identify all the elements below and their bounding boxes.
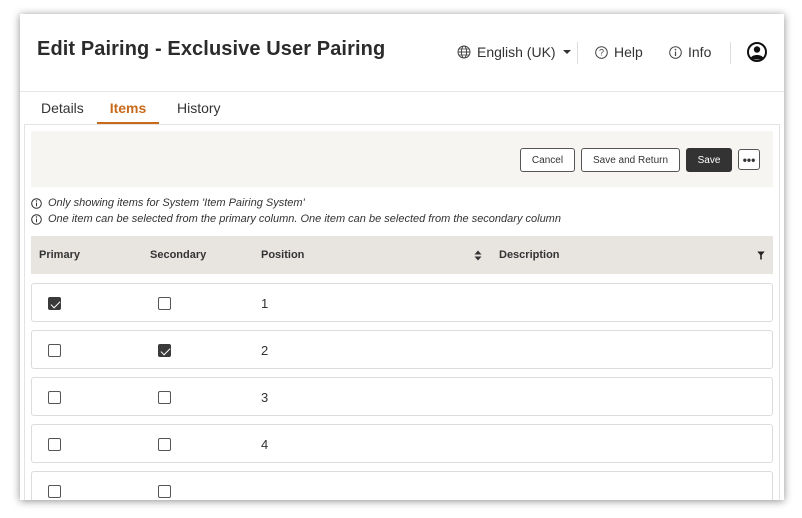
primary-checkbox[interactable] <box>48 438 61 451</box>
svg-text:?: ? <box>599 47 604 57</box>
caret-down-icon <box>562 50 571 54</box>
secondary-checkbox[interactable] <box>158 438 171 451</box>
tab-details[interactable]: Details <box>41 100 84 122</box>
table-row: 2 <box>31 330 773 369</box>
action-toolbar: Cancel Save and Return Save ••• <box>31 131 773 187</box>
tab-items[interactable]: Items <box>97 100 159 125</box>
user-avatar-icon[interactable] <box>747 42 767 62</box>
table-row: 4 <box>31 424 773 463</box>
help-link[interactable]: ? Help <box>595 44 643 60</box>
column-header-secondary: Secondary <box>150 249 207 261</box>
language-selector[interactable]: English (UK) <box>457 44 572 60</box>
table-row <box>31 471 773 500</box>
info-label: Info <box>688 44 712 60</box>
primary-checkbox[interactable] <box>48 344 61 357</box>
primary-checkbox[interactable] <box>48 297 61 310</box>
secondary-checkbox[interactable] <box>158 485 171 498</box>
position-value: 3 <box>261 390 269 405</box>
globe-icon <box>457 45 471 59</box>
sort-icon[interactable] <box>474 250 482 261</box>
save-button[interactable]: Save <box>686 148 732 172</box>
info-notes: Only showing items for System 'Item Pair… <box>31 195 561 227</box>
secondary-checkbox[interactable] <box>158 391 171 404</box>
column-header-primary: Primary <box>39 249 80 261</box>
info-link[interactable]: Info <box>669 44 711 60</box>
table-header: Primary Secondary Position Description <box>31 236 773 274</box>
app-window: Edit Pairing - Exclusive User Pairing En… <box>20 14 784 500</box>
help-icon: ? <box>595 45 608 59</box>
tab-bar: Details Items History <box>20 92 784 125</box>
note-text: One item can be selected from the primar… <box>48 213 561 225</box>
cancel-button[interactable]: Cancel <box>520 148 575 172</box>
note-text: Only showing items for System 'Item Pair… <box>48 197 305 209</box>
table-row: 1 <box>31 283 773 322</box>
secondary-checkbox[interactable] <box>158 344 171 357</box>
more-options-button[interactable]: ••• <box>738 149 760 170</box>
note-system-filter: Only showing items for System 'Item Pair… <box>31 195 561 211</box>
secondary-checkbox[interactable] <box>158 297 171 310</box>
info-icon <box>31 213 42 225</box>
note-selection-rule: One item can be selected from the primar… <box>31 211 561 227</box>
column-header-position[interactable]: Position <box>261 249 304 261</box>
language-label: English (UK) <box>477 44 556 60</box>
primary-checkbox[interactable] <box>48 485 61 498</box>
position-value: 2 <box>261 343 269 358</box>
position-value: 4 <box>261 437 269 452</box>
table-row: 3 <box>31 377 773 416</box>
info-icon <box>31 197 42 209</box>
page-title: Edit Pairing - Exclusive User Pairing <box>37 38 386 60</box>
column-header-description: Description <box>499 249 560 261</box>
save-and-return-button[interactable]: Save and Return <box>581 148 680 172</box>
primary-checkbox[interactable] <box>48 391 61 404</box>
page-header: Edit Pairing - Exclusive User Pairing En… <box>20 14 784 92</box>
header-divider <box>577 42 578 64</box>
filter-icon[interactable] <box>757 251 765 260</box>
position-value: 1 <box>261 296 269 311</box>
header-divider <box>730 42 731 64</box>
tab-history[interactable]: History <box>177 100 221 122</box>
table-body: 1 2 3 4 <box>31 283 773 500</box>
info-icon <box>669 45 682 59</box>
help-label: Help <box>614 44 643 60</box>
items-panel: Cancel Save and Return Save ••• Only sho… <box>24 124 780 500</box>
